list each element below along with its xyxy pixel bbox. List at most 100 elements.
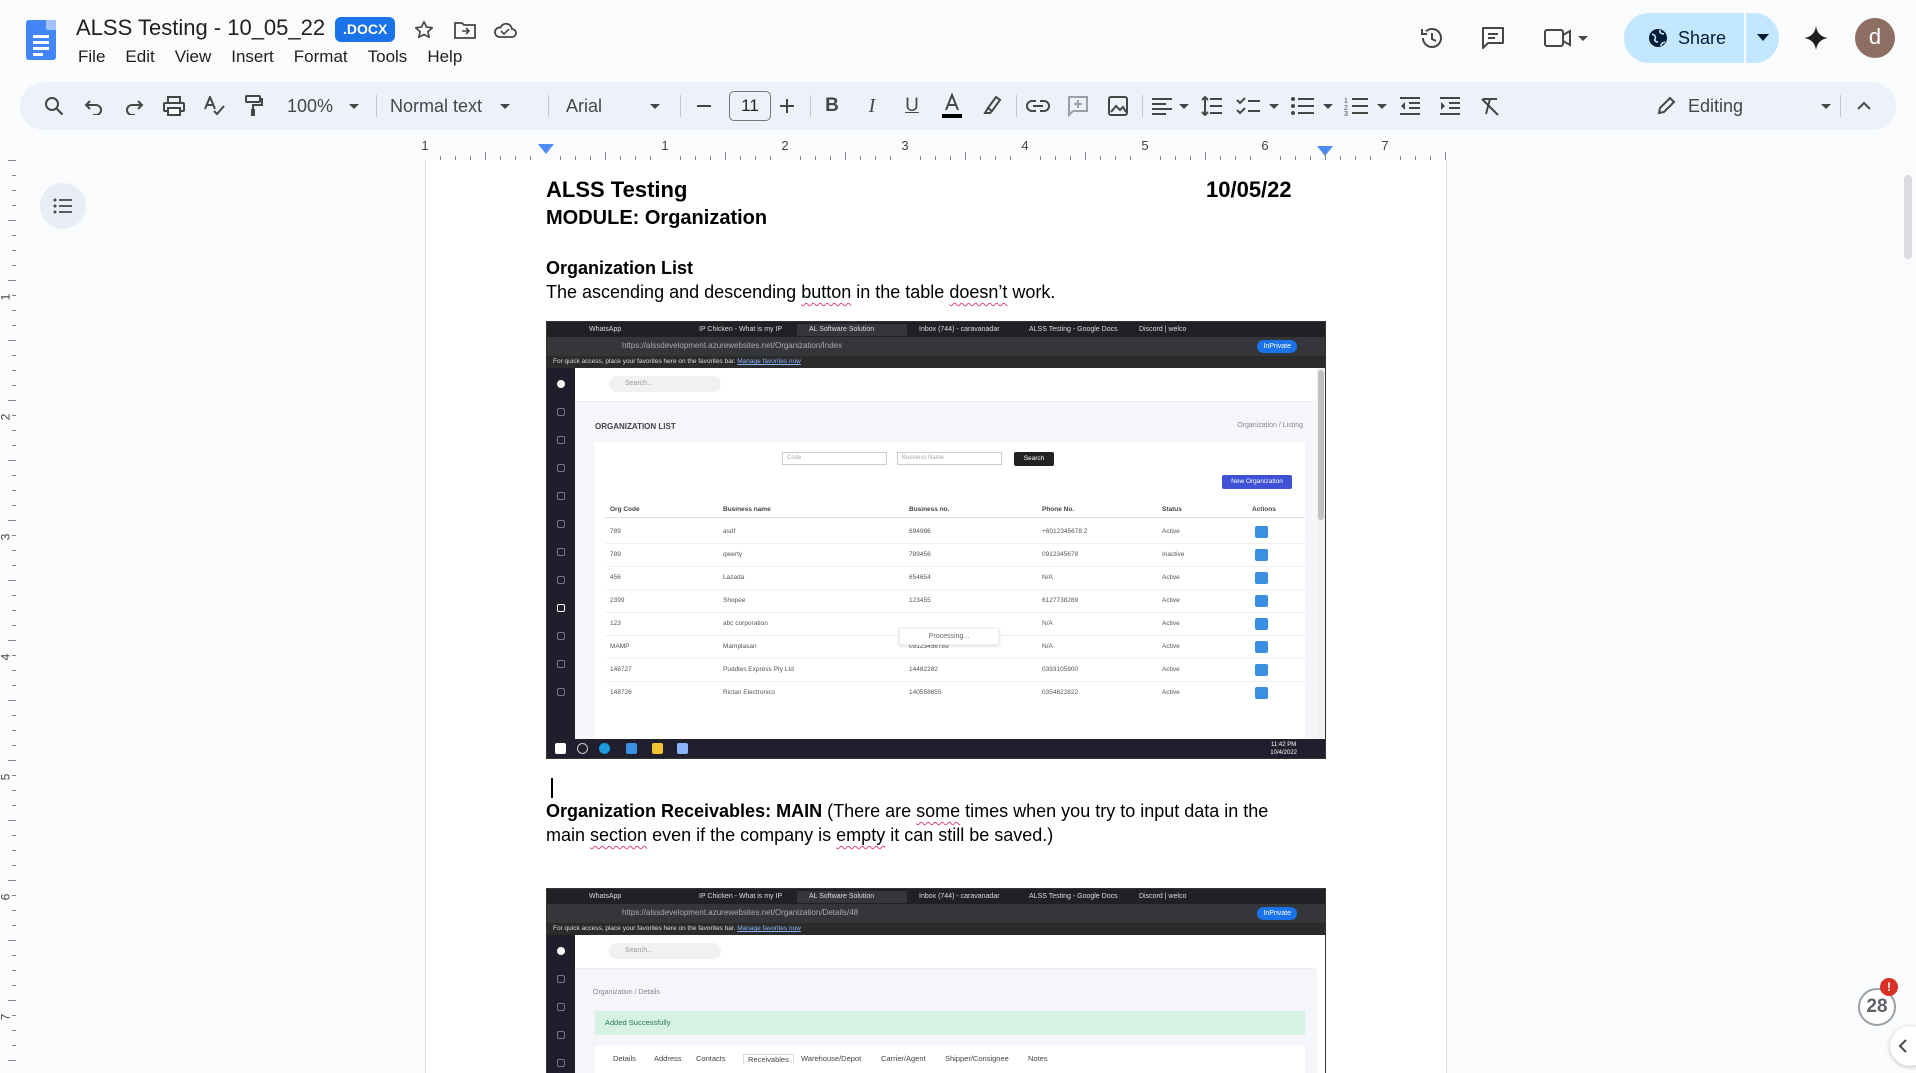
spelling-suggestion[interactable]: some: [916, 801, 960, 821]
section1-heading[interactable]: Organization List: [546, 258, 693, 279]
horizontal-ruler[interactable]: 1 1 2 3 4 5 6 7: [421, 138, 1447, 160]
menu-format[interactable]: Format: [284, 46, 358, 68]
star-icon[interactable]: [410, 16, 438, 44]
ruler-number: 4: [0, 654, 12, 661]
app-code-input: Code: [782, 452, 887, 465]
google-docs-logo-icon[interactable]: [26, 20, 56, 60]
section2-line2[interactable]: main section even if the company is empt…: [546, 825, 1053, 846]
menu-edit[interactable]: Edit: [115, 46, 164, 68]
font-chevron-down-icon: [650, 103, 661, 109]
vertical-ruler[interactable]: 1 2 3 4 5 6 7: [0, 160, 20, 1073]
share-main-button[interactable]: Share: [1624, 13, 1742, 63]
app-table-cell: 140558655: [909, 689, 942, 696]
ruler-number: 6: [1261, 138, 1269, 153]
decrease-indent-icon[interactable]: [1396, 92, 1424, 120]
paragraph-style-select[interactable]: Normal text: [390, 92, 540, 120]
browser-tab: ALSS Testing - Google Docs: [1029, 326, 1118, 333]
app-table-cell: 789: [610, 528, 621, 535]
embedded-screenshot-organization-list[interactable]: WhatsApp IP Chicken - What is my IP AL S…: [546, 321, 1326, 759]
app-table-cell: Active: [1162, 597, 1180, 604]
share-button[interactable]: Share: [1624, 13, 1779, 63]
left-indent-marker[interactable]: [538, 144, 554, 154]
app-row-divider: [605, 612, 1305, 613]
app-column-header: Phone No.: [1042, 506, 1075, 513]
app-table-cell: N/A: [1042, 643, 1053, 650]
style-chevron-down-icon: [500, 103, 511, 109]
app-table-cell: 694986: [909, 528, 931, 535]
menu-help[interactable]: Help: [417, 46, 472, 68]
bulleted-list-icon[interactable]: [1288, 92, 1336, 120]
line-spacing-icon[interactable]: [1198, 92, 1226, 120]
insert-link-icon[interactable]: [1024, 92, 1052, 120]
text-cursor: [551, 778, 553, 798]
section2-line1[interactable]: Organization Receivables: MAIN (There ar…: [546, 801, 1268, 822]
decrease-font-size-icon[interactable]: [690, 92, 718, 120]
search-menus-icon[interactable]: [40, 92, 68, 120]
undo-icon[interactable]: [80, 92, 108, 120]
document-outline-button[interactable]: [40, 183, 86, 229]
insert-image-icon[interactable]: [1104, 92, 1132, 120]
increase-font-size-icon[interactable]: [773, 92, 801, 120]
font-family-value: Arial: [566, 95, 603, 116]
ruler-number: 2: [0, 414, 12, 421]
browser-tab-strip: WhatsApp IP Chicken - What is my IP AL S…: [547, 322, 1325, 337]
numbered-list-icon[interactable]: 123: [1342, 92, 1390, 120]
clear-formatting-icon[interactable]: [1476, 92, 1504, 120]
comments-icon[interactable]: [1473, 18, 1513, 58]
account-avatar[interactable]: d: [1855, 18, 1895, 58]
section1-body[interactable]: The ascending and descending button in t…: [546, 282, 1055, 303]
meet-video-icon[interactable]: [1542, 18, 1592, 58]
move-to-folder-icon[interactable]: [451, 16, 479, 44]
browser-tab: AL Software Solution: [797, 891, 907, 903]
app-row-divider: [605, 589, 1305, 590]
paint-format-icon[interactable]: [240, 92, 268, 120]
increase-indent-icon[interactable]: [1436, 92, 1464, 120]
bold-icon[interactable]: B: [818, 92, 846, 120]
app-table-cell: 789456: [909, 551, 931, 558]
font-size-input[interactable]: 11: [729, 91, 771, 121]
side-panel-chevron-left-icon[interactable]: [1890, 1026, 1916, 1066]
spelling-suggestion[interactable]: doesn’t: [949, 282, 1007, 302]
spelling-suggestion[interactable]: section: [590, 825, 647, 845]
file-format-badge: .DOCX: [335, 17, 396, 42]
menu-file[interactable]: File: [68, 46, 115, 68]
cloud-saved-icon[interactable]: [491, 16, 519, 44]
menu-tools[interactable]: Tools: [358, 46, 418, 68]
ruler-number: 6: [0, 894, 12, 901]
editing-mode-select[interactable]: Editing: [1656, 92, 1856, 120]
doc-heading-date[interactable]: 10/05/22: [1206, 177, 1292, 203]
underline-icon[interactable]: U: [898, 92, 926, 120]
print-icon[interactable]: [160, 92, 188, 120]
menu-insert[interactable]: Insert: [221, 46, 284, 68]
browser-tab: Discord | welco: [1139, 893, 1187, 900]
italic-icon[interactable]: I: [858, 92, 886, 120]
browser-tab: Discord | welco: [1139, 326, 1187, 333]
add-comment-icon[interactable]: [1064, 92, 1092, 120]
menu-view[interactable]: View: [165, 46, 222, 68]
app-row-action-icon: [1255, 526, 1268, 538]
share-label: Share: [1678, 27, 1727, 48]
page-scrollbar-thumb[interactable]: [1904, 175, 1912, 259]
doc-heading-title[interactable]: ALSS Testing: [546, 177, 687, 203]
share-dropdown-chevron-icon[interactable]: [1746, 13, 1779, 63]
checklist-icon[interactable]: [1234, 92, 1282, 120]
gemini-sparkle-icon[interactable]: [1796, 18, 1836, 58]
document-title[interactable]: ALSS Testing - 10_05_22: [76, 15, 325, 41]
spelling-suggestion[interactable]: button: [801, 282, 851, 302]
zoom-select[interactable]: 100%: [282, 92, 364, 120]
spelling-suggestion[interactable]: empty: [836, 825, 885, 845]
embedded-screenshot-organization-details[interactable]: WhatsApp IP Chicken - What is my IP AL S…: [546, 888, 1326, 1073]
app-table-cell: Active: [1162, 528, 1180, 535]
spellcheck-icon[interactable]: [200, 92, 228, 120]
browser-tab: Inbox (744) - caravanadar: [919, 893, 1000, 900]
font-family-select[interactable]: Arial: [560, 92, 672, 120]
doc-module-heading[interactable]: MODULE: Organization: [546, 207, 767, 230]
highlight-color-icon[interactable]: [978, 92, 1006, 120]
align-left-icon[interactable]: [1148, 92, 1192, 120]
text-color-icon[interactable]: [938, 92, 966, 120]
version-history-icon[interactable]: [1412, 18, 1452, 58]
app-table-cell: 148727: [610, 666, 632, 673]
redo-icon[interactable]: [120, 92, 148, 120]
hide-menus-chevron-up-icon[interactable]: [1850, 92, 1878, 120]
app-row-divider: [605, 543, 1305, 544]
